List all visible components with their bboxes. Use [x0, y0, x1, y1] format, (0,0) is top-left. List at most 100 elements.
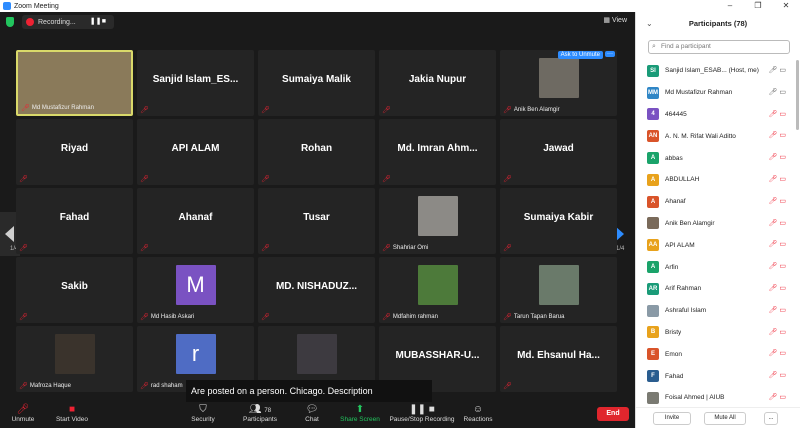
pause-recording-label: Pause/Stop Recording — [389, 416, 455, 423]
muted-mic-icon: 🎤︎ — [140, 245, 149, 252]
tile-caption: 🎤︎ — [19, 175, 28, 183]
close-button[interactable]: ✕ — [772, 0, 800, 12]
participant-row[interactable]: MM Md Mustafizur Rahman 🎤︎▭ — [636, 82, 796, 104]
participant-row[interactable]: AR Arif Rahman 🎤︎▭ — [636, 278, 796, 300]
avatar-photo — [296, 334, 337, 374]
participant-name: Fahad — [665, 372, 684, 380]
chevron-down-icon[interactable]: ⌄ — [646, 12, 653, 36]
participant-tile[interactable]: API ALAM 🎤︎ — [137, 119, 254, 185]
mic-video-status-icon: 🎤︎▭ — [768, 284, 788, 292]
chat-icon: 💬︎ — [305, 404, 319, 415]
video-grid: 🎤︎ Md Mustafizur Rahman Sanjid Islam_ES...… — [16, 50, 618, 392]
participant-row[interactable]: Foisal Ahmed | AIUB 🎤︎▭ — [636, 387, 796, 409]
participant-tile[interactable]: 🎤︎ Md Mustafizur Rahman — [16, 50, 133, 116]
participant-list: SI Sanjid Islam_ESAB... (Host, me) 🎤︎▭ MM Md… — [636, 60, 796, 409]
tile-name: Jawad — [543, 143, 574, 154]
chat-button[interactable]: 💬︎ Chat — [300, 404, 324, 423]
participant-tile[interactable]: Jakia Nupur 🎤︎ — [379, 50, 496, 116]
stop-icon[interactable]: ■ — [102, 18, 110, 26]
tile-caption: 🎤︎ — [503, 175, 512, 183]
participant-tile[interactable]: Sumaiya Kabir 🎤︎ — [500, 188, 617, 254]
muted-mic-icon: 🎤︎ — [503, 107, 512, 114]
mic-video-status-icon: 🎤︎▭ — [768, 219, 788, 227]
participant-tile[interactable]: 🎤︎ Mafroza Haque — [16, 326, 133, 392]
participant-row[interactable]: A Ahanaf 🎤︎▭ — [636, 191, 796, 213]
participant-tile[interactable]: 🎤︎ Shahriar Omi — [379, 188, 496, 254]
tile-caption-name: Md Hasib Askari — [150, 314, 195, 320]
participant-row[interactable]: Ashraful Islam 🎤︎▭ — [636, 300, 796, 322]
minimize-button[interactable]: – — [716, 0, 744, 12]
participant-row[interactable]: Anik Ben Alamgir 🎤︎▭ — [636, 213, 796, 235]
tile-caption: 🎤︎ — [503, 382, 512, 390]
participant-tile[interactable]: Sakib 🎤︎ — [16, 257, 133, 323]
tile-caption: 🎤︎ — [261, 313, 270, 321]
muted-mic-icon: 🎤︎ — [261, 245, 270, 252]
scrollbar[interactable] — [796, 60, 799, 130]
view-button[interactable]: ▦ View — [603, 16, 627, 24]
pause-recording-button[interactable]: ❚❚ ■ Pause/Stop Recording — [388, 404, 456, 423]
avatar — [647, 391, 659, 404]
participant-tile[interactable]: Riyad 🎤︎ — [16, 119, 133, 185]
participant-row[interactable]: E Emon 🎤︎▭ — [636, 343, 796, 365]
participant-tile[interactable]: Md. Ehsanul Ha... 🎤︎ — [500, 326, 617, 392]
participant-tile[interactable]: Ahanaf 🎤︎ — [137, 188, 254, 254]
tile-caption: 🎤︎ Md Hasib Askari — [140, 313, 194, 321]
participant-tile[interactable]: MD. NISHADUZ... 🎤︎ — [258, 257, 375, 323]
muted-mic-icon: 🎤︎ — [19, 245, 28, 252]
participant-row[interactable]: A Arfin 🎤︎▭ — [636, 256, 796, 278]
muted-mic-icon: 🎤︎ — [382, 245, 391, 252]
participant-row[interactable]: A ABDULLAH 🎤︎▭ — [636, 169, 796, 191]
participant-row[interactable]: AN A. N. M. Rifat Wali Aditto 🎤︎▭ — [636, 125, 796, 147]
more-button[interactable]: ... — [764, 412, 778, 425]
tile-caption-name: rad shaham — [150, 383, 183, 389]
participant-name: Arif Rahman — [665, 285, 702, 293]
tile-caption: 🎤︎ — [140, 175, 149, 183]
tile-name: Tusar — [303, 212, 330, 223]
participant-tile[interactable]: Sanjid Islam_ES... 🎤︎ — [137, 50, 254, 116]
invite-button[interactable]: Invite — [653, 412, 691, 425]
tile-more-button[interactable]: ··· — [605, 51, 615, 57]
start-video-button[interactable]: ■ Start Video — [52, 404, 92, 423]
ask-to-unmute-button[interactable]: Ask to Unmute — [557, 51, 603, 59]
reactions-button[interactable]: ☺ Reactions — [462, 404, 494, 423]
participant-tile[interactable]: Md. Imran Ahm... 🎤︎ — [379, 119, 496, 185]
participant-tile[interactable]: M 🎤︎ Md Hasib Askari — [137, 257, 254, 323]
end-button[interactable]: End — [597, 407, 629, 421]
unmute-button[interactable]: 🎤︎ Unmute — [6, 404, 40, 423]
avatar: A — [647, 195, 659, 208]
tile-caption: 🎤︎ Mafroza Haque — [19, 382, 71, 390]
mute-all-button[interactable]: Mute All — [704, 412, 746, 425]
participant-tile[interactable]: Jawad 🎤︎ — [500, 119, 617, 185]
participant-tile[interactable]: Fahad 🎤︎ — [16, 188, 133, 254]
avatar: A — [647, 173, 659, 186]
pause-icon[interactable]: ❚❚ — [90, 18, 102, 26]
participant-row[interactable]: 4 464445 🎤︎▭ — [636, 104, 796, 126]
security-button[interactable]: ⛉ Security — [186, 404, 220, 423]
participant-tile[interactable]: Sumaiya Malik 🎤︎ — [258, 50, 375, 116]
smiley-icon: ☺ — [472, 404, 484, 415]
participant-tile[interactable]: 🎤︎ Mdfahim rahman — [379, 257, 496, 323]
share-screen-button[interactable]: ⬆ Share Screen — [338, 404, 382, 423]
mic-video-status-icon: 🎤︎▭ — [768, 306, 788, 314]
mic-video-status-icon: 🎤︎▭ — [768, 110, 788, 118]
tile-caption: 🎤︎ — [261, 175, 270, 183]
muted-mic-icon: 🎤︎ — [261, 107, 270, 114]
participants-button[interactable]: 👥︎ 78 Participants — [238, 404, 282, 423]
participant-row[interactable]: AA API ALAM 🎤︎▭ — [636, 234, 796, 256]
participant-name: Emon — [665, 350, 682, 358]
participant-row[interactable]: F Fahad 🎤︎▭ — [636, 365, 796, 387]
participant-tile[interactable]: Tusar 🎤︎ — [258, 188, 375, 254]
maximize-button[interactable]: ❐ — [744, 0, 772, 12]
participants-title: Participants (78) — [688, 19, 748, 28]
participant-row[interactable]: B Bristy 🎤︎▭ — [636, 322, 796, 344]
participant-tile[interactable]: 🎤︎ Anik Ben Alamgir Ask to Unmute ··· — [500, 50, 617, 116]
participant-row[interactable]: Aabbas 🎤︎▭ — [636, 147, 796, 169]
participant-name: ABDULLAH — [665, 176, 700, 184]
participant-search-input[interactable]: ⌕ Find a participant — [648, 40, 790, 54]
participant-tile[interactable]: 🎤︎ Tarun Tapan Barua — [500, 257, 617, 323]
participant-row[interactable]: SI Sanjid Islam_ESAB... (Host, me) 🎤︎▭ — [636, 60, 796, 82]
shield-icon[interactable] — [6, 17, 14, 27]
meeting-topbar: Recording... ❚❚ ■ ▦ View — [0, 12, 635, 32]
mic-video-status-icon: 🎤︎▭ — [768, 328, 788, 336]
participant-tile[interactable]: Rohan 🎤︎ — [258, 119, 375, 185]
